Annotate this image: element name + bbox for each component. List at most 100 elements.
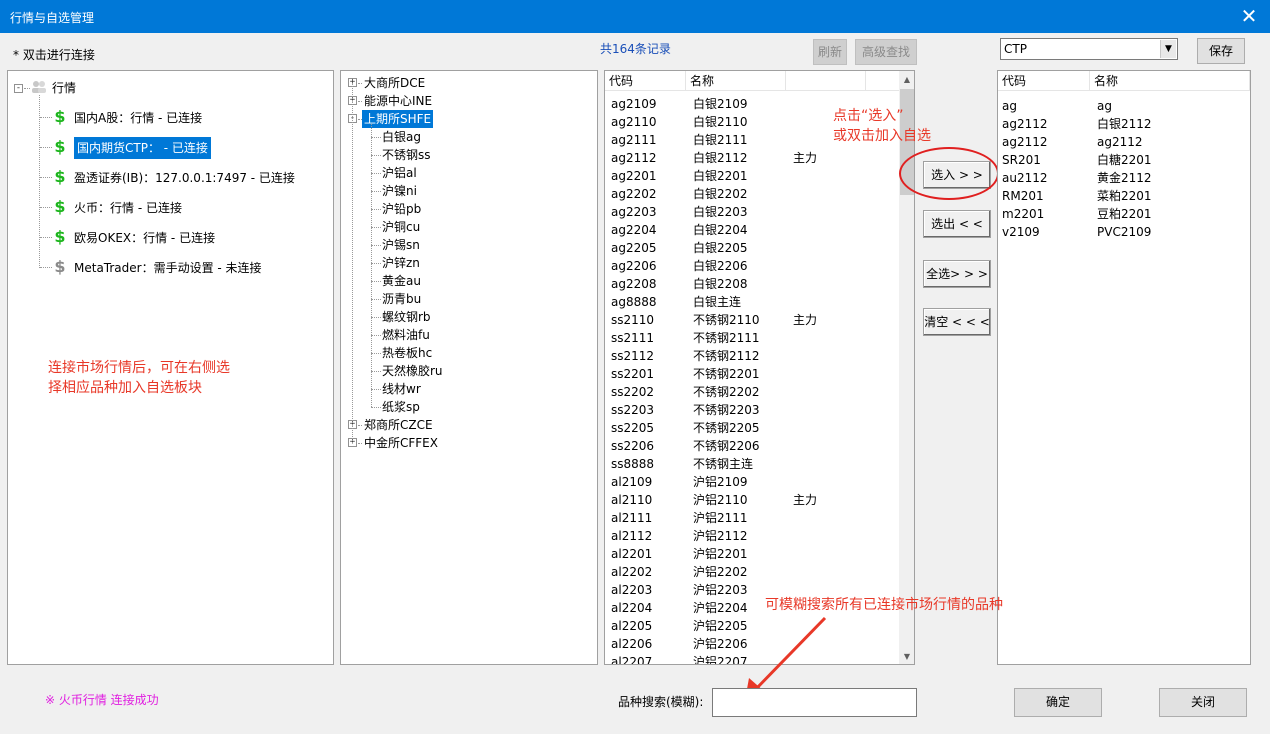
table-row[interactable]: al2110 沪铝2110 主力: [605, 491, 899, 509]
product-item[interactable]: 燃料油fu: [382, 326, 430, 344]
list-item[interactable]: ag ag: [998, 97, 1250, 115]
product-item[interactable]: 沪镍ni: [382, 182, 417, 200]
contract-name: 白银2201: [693, 169, 748, 183]
chevron-down-icon[interactable]: ▼: [1160, 40, 1176, 58]
table-row[interactable]: al2201 沪铝2201: [605, 545, 899, 563]
product-item[interactable]: 线材wr: [382, 380, 421, 398]
contract-name: 白银2208: [693, 277, 748, 291]
product-item[interactable]: 螺纹钢rb: [382, 308, 431, 326]
tree-connector: [371, 227, 381, 228]
left-annotation-line2: 择相应品种加入自选板块: [48, 380, 202, 396]
product-item[interactable]: 黄金au: [382, 272, 421, 290]
contract-code: ss2201: [611, 367, 655, 381]
select-annotation-line2: 或双击加入自选: [833, 128, 931, 144]
product-item[interactable]: 热卷板hc: [382, 344, 432, 362]
contract-name: 白银2206: [693, 259, 748, 273]
column-header-code[interactable]: 代码: [605, 71, 686, 91]
tree-connector: [40, 147, 52, 148]
table-row[interactable]: al2112 沪铝2112: [605, 527, 899, 545]
preset-select[interactable]: CTP ▼: [1000, 38, 1178, 60]
search-annotation: 可模糊搜索所有已连接市场行情的品种: [765, 597, 1003, 613]
list-item[interactable]: ag2112 ag2112: [998, 133, 1250, 151]
exchange-node[interactable]: 大商所DCE: [362, 74, 427, 92]
table-row[interactable]: ss2201 不锈钢2201: [605, 365, 899, 383]
list-item[interactable]: au2112 黄金2112: [998, 169, 1250, 187]
exchange-node[interactable]: 郑商所CZCE: [362, 416, 435, 434]
table-row[interactable]: ss8888 不锈钢主连: [605, 455, 899, 473]
collapse-icon[interactable]: -: [14, 84, 23, 93]
connection-item[interactable]: $ 国内A股：行情 - 已连接: [52, 105, 202, 129]
table-row[interactable]: ss2206 不锈钢2206: [605, 437, 899, 455]
connection-item[interactable]: $ MetaTrader：需手动设置 - 未连接: [52, 255, 261, 279]
table-row[interactable]: ss2203 不锈钢2203: [605, 401, 899, 419]
product-item[interactable]: 沥青bu: [382, 290, 421, 308]
refresh-button[interactable]: 刷新: [813, 39, 847, 65]
search-input[interactable]: [712, 688, 917, 717]
close-icon[interactable]: ✕: [1238, 4, 1260, 28]
contract-name: 沪铝2202: [693, 565, 748, 579]
search-label: 品种搜索(模糊):: [618, 695, 704, 709]
table-row[interactable]: ag2205 白银2205: [605, 239, 899, 257]
save-button[interactable]: 保存: [1197, 38, 1245, 64]
connection-item[interactable]: $ 欧易OKEX：行情 - 已连接: [52, 225, 215, 249]
exchange-node[interactable]: 能源中心INE: [362, 92, 434, 110]
close-button[interactable]: 关闭: [1159, 688, 1247, 717]
scroll-up-icon[interactable]: ▲: [899, 71, 914, 88]
product-item[interactable]: 沪铅pb: [382, 200, 421, 218]
product-item[interactable]: 沪锡sn: [382, 236, 420, 254]
table-row[interactable]: ag2201 白银2201: [605, 167, 899, 185]
connection-item[interactable]: $ 国内期货CTP： - 已连接: [52, 135, 211, 159]
contracts-grid: 代码 名称 ag2109 白银2109 ag2110 白银2110 ag2111 白银21…: [604, 70, 915, 665]
contract-code: ss2203: [611, 403, 655, 417]
table-row[interactable]: al2111 沪铝2111: [605, 509, 899, 527]
watchlist-header-code[interactable]: 代码: [998, 71, 1090, 91]
watch-name: 菜粕2201: [1097, 189, 1152, 203]
exchange-node[interactable]: 中金所CFFEX: [362, 434, 440, 452]
table-row[interactable]: ss2205 不锈钢2205: [605, 419, 899, 437]
table-row[interactable]: ss2110 不锈钢2110 主力: [605, 311, 899, 329]
clear-button[interactable]: 清空 < < <: [923, 308, 991, 336]
ok-button[interactable]: 确定: [1014, 688, 1102, 717]
dollar-icon: $: [54, 137, 66, 156]
product-item[interactable]: 沪铝al: [382, 164, 417, 182]
table-row[interactable]: ag2202 白银2202: [605, 185, 899, 203]
select-all-button[interactable]: 全选> > >: [923, 260, 991, 288]
connection-label: 火币：行情 - 已连接: [74, 201, 182, 215]
dollar-icon: $: [54, 257, 66, 276]
column-header-name[interactable]: 名称: [686, 71, 786, 91]
product-item[interactable]: 白银ag: [382, 128, 421, 146]
table-row[interactable]: ss2112 不锈钢2112: [605, 347, 899, 365]
table-row[interactable]: al2109 沪铝2109: [605, 473, 899, 491]
select-out-button[interactable]: 选出 < <: [923, 210, 991, 238]
connection-item[interactable]: $ 火币：行情 - 已连接: [52, 195, 182, 219]
product-item[interactable]: 纸浆sp: [382, 398, 420, 416]
list-item[interactable]: RM201 菜粕2201: [998, 187, 1250, 205]
watchlist-header-name[interactable]: 名称: [1090, 71, 1250, 91]
table-row[interactable]: ss2202 不锈钢2202: [605, 383, 899, 401]
list-item[interactable]: ag2112 白银2112: [998, 115, 1250, 133]
product-item[interactable]: 沪锌zn: [382, 254, 420, 272]
table-row[interactable]: ss2111 不锈钢2111: [605, 329, 899, 347]
table-row[interactable]: al2202 沪铝2202: [605, 563, 899, 581]
table-row[interactable]: ag2206 白银2206: [605, 257, 899, 275]
table-row[interactable]: ag2112 白银2112 主力: [605, 149, 899, 167]
product-item[interactable]: 天然橡胶ru: [382, 362, 443, 380]
list-item[interactable]: v2109 PVC2109: [998, 223, 1250, 241]
connection-item[interactable]: $ 盈透证券(IB)：127.0.0.1:7497 - 已连接: [52, 165, 295, 189]
product-item[interactable]: 沪铜cu: [382, 218, 420, 236]
advanced-search-button[interactable]: 高级查找: [855, 39, 917, 65]
product-item[interactable]: 不锈钢ss: [382, 146, 431, 164]
list-item[interactable]: m2201 豆粕2201: [998, 205, 1250, 223]
table-row[interactable]: ag2203 白银2203: [605, 203, 899, 221]
column-header-note[interactable]: [786, 71, 866, 91]
select-annotation: 点击“选入” 或双击加入自选: [833, 106, 931, 146]
list-item[interactable]: SR201 白糖2201: [998, 151, 1250, 169]
table-row[interactable]: ag8888 白银主连: [605, 293, 899, 311]
contract-code: al2205: [611, 619, 653, 633]
tree-connector: [371, 245, 381, 246]
exchange-shfe[interactable]: 上期所SHFE: [362, 110, 434, 128]
scroll-down-icon[interactable]: ▼: [899, 648, 914, 664]
watch-name: 白糖2201: [1097, 153, 1152, 167]
table-row[interactable]: ag2204 白银2204: [605, 221, 899, 239]
table-row[interactable]: ag2208 白银2208: [605, 275, 899, 293]
